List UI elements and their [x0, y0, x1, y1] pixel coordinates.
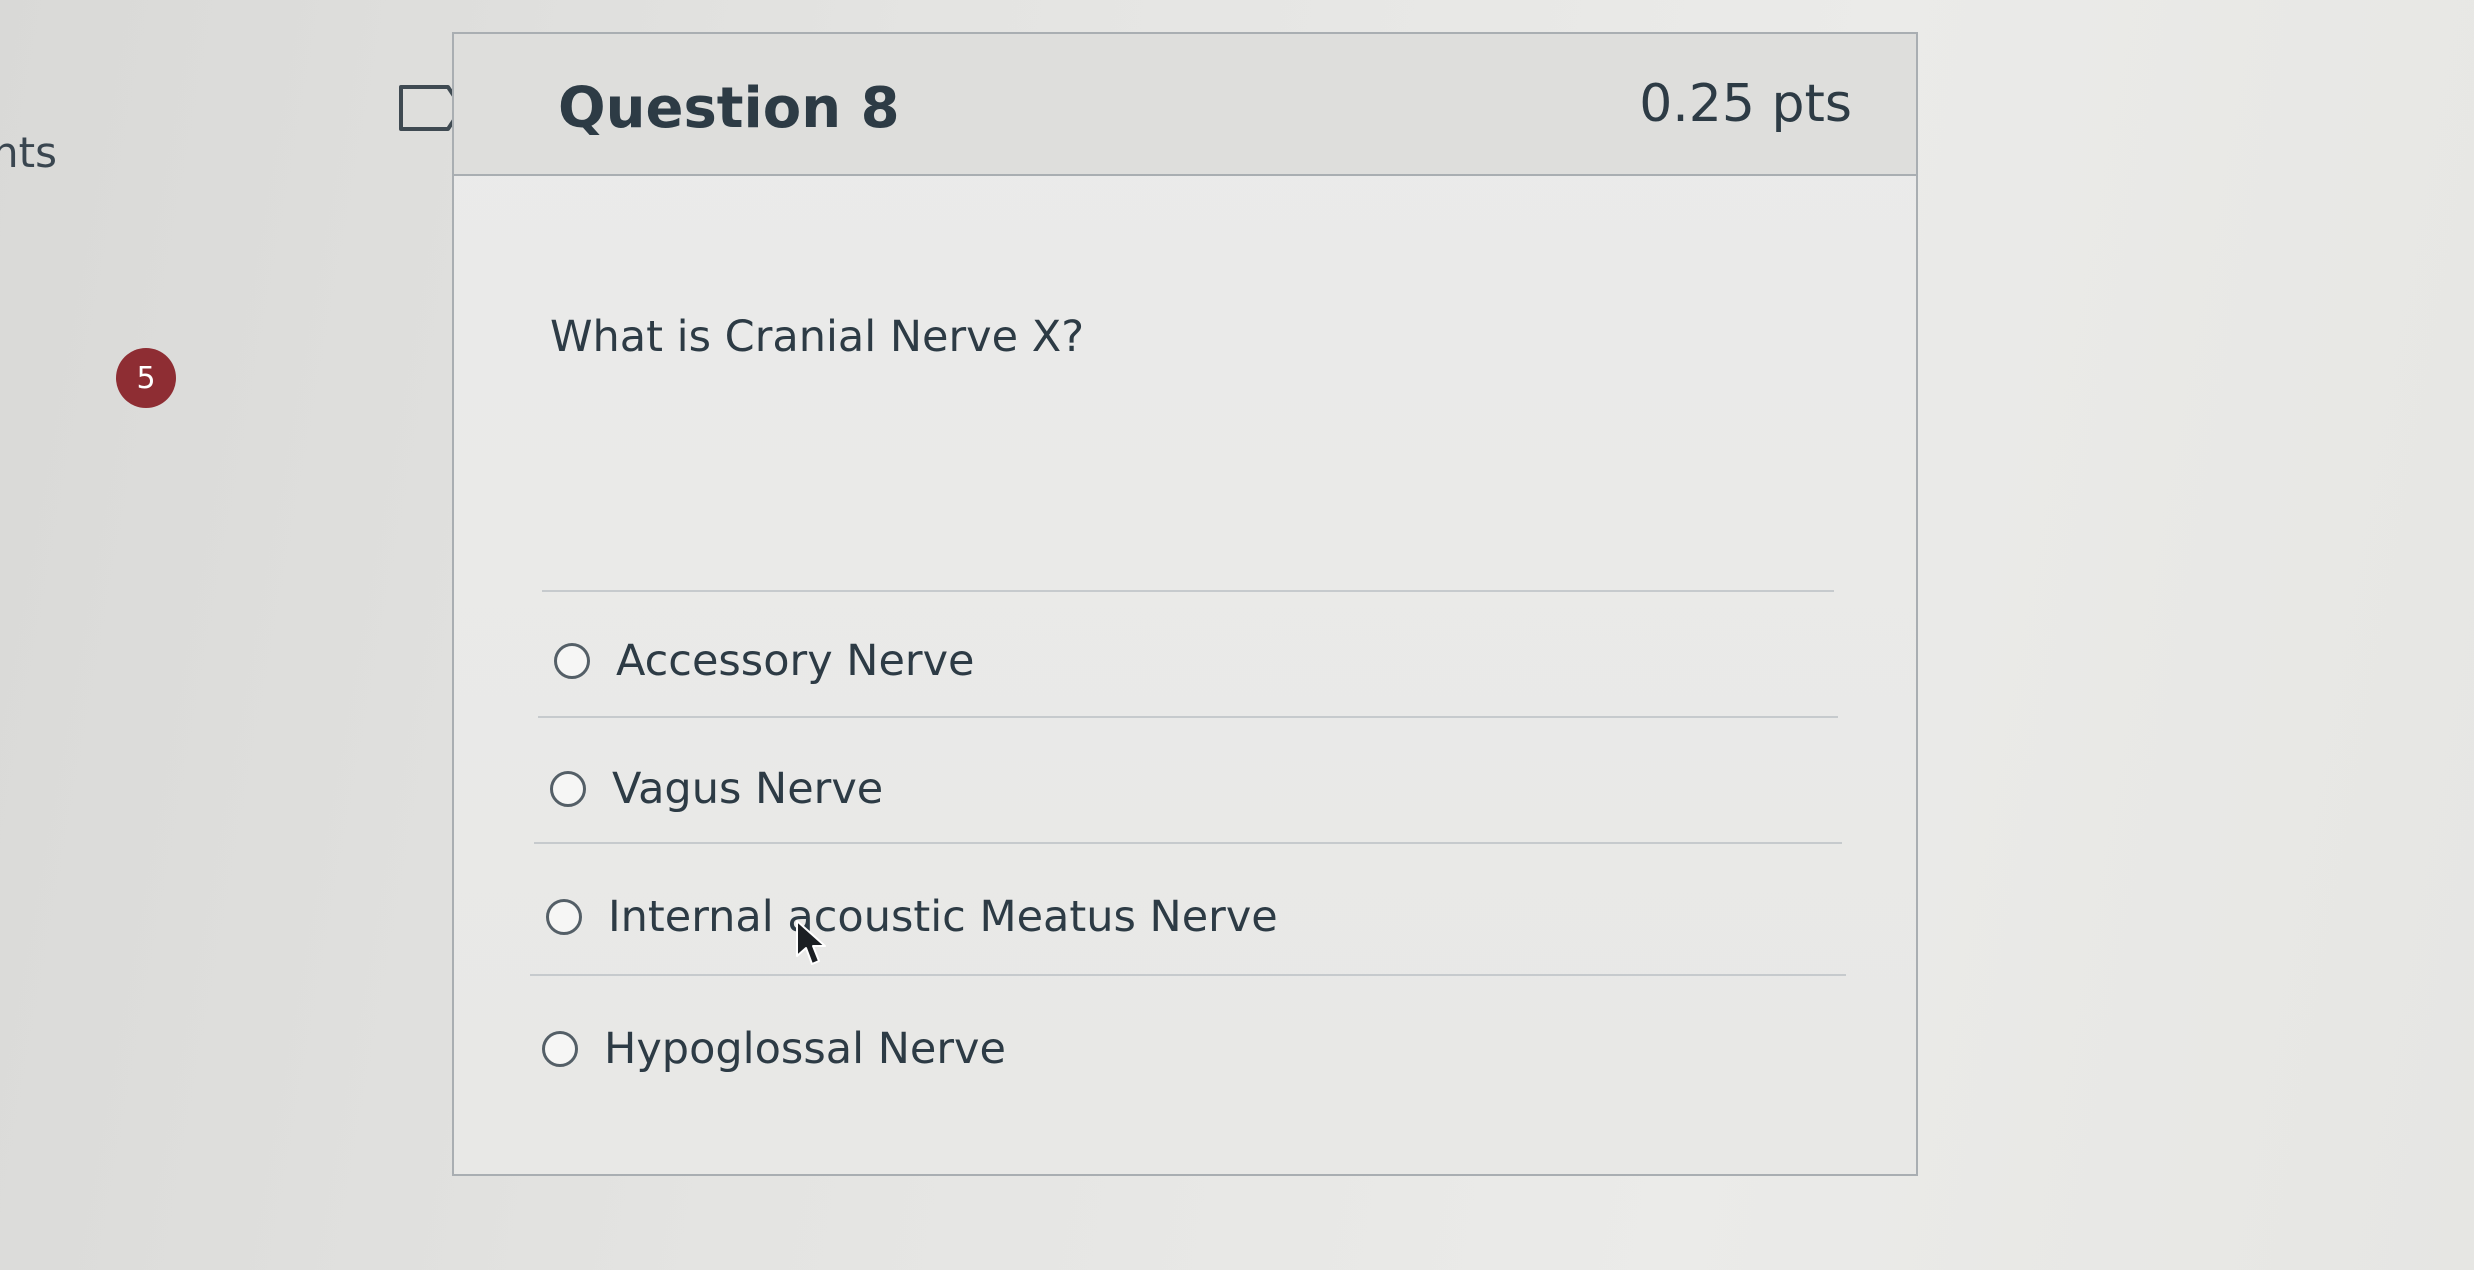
question-points: 0.25 pts — [1639, 74, 1852, 134]
radio-button[interactable] — [550, 771, 586, 807]
answer-divider — [530, 974, 1846, 976]
truncated-sidebar-text: nts — [0, 128, 57, 177]
question-card: Question 8 0.25 pts What is Cranial Nerv… — [452, 32, 1918, 1176]
answer-label: Accessory Nerve — [616, 636, 975, 686]
answer-label: Hypoglossal Nerve — [604, 1024, 1006, 1074]
radio-button[interactable] — [546, 899, 582, 935]
answer-option[interactable]: Vagus Nerve — [550, 764, 883, 814]
unread-count-badge[interactable]: 5 — [116, 348, 176, 408]
radio-button[interactable] — [542, 1031, 578, 1067]
radio-button[interactable] — [554, 643, 590, 679]
mouse-pointer-icon — [796, 920, 826, 965]
answer-divider — [534, 842, 1842, 844]
answer-option[interactable]: Internal acoustic Meatus Nerve — [546, 892, 1278, 942]
answer-label: Internal acoustic Meatus Nerve — [608, 892, 1278, 942]
question-header: Question 8 0.25 pts — [454, 34, 1916, 176]
answer-option[interactable]: Accessory Nerve — [554, 636, 975, 686]
answers-top-divider — [542, 590, 1834, 592]
question-title: Question 8 — [558, 76, 900, 141]
answer-label: Vagus Nerve — [612, 764, 884, 814]
question-text: What is Cranial Nerve X? — [550, 312, 1085, 362]
answer-option[interactable]: Hypoglossal Nerve — [542, 1024, 1006, 1074]
answer-divider — [538, 716, 1838, 718]
